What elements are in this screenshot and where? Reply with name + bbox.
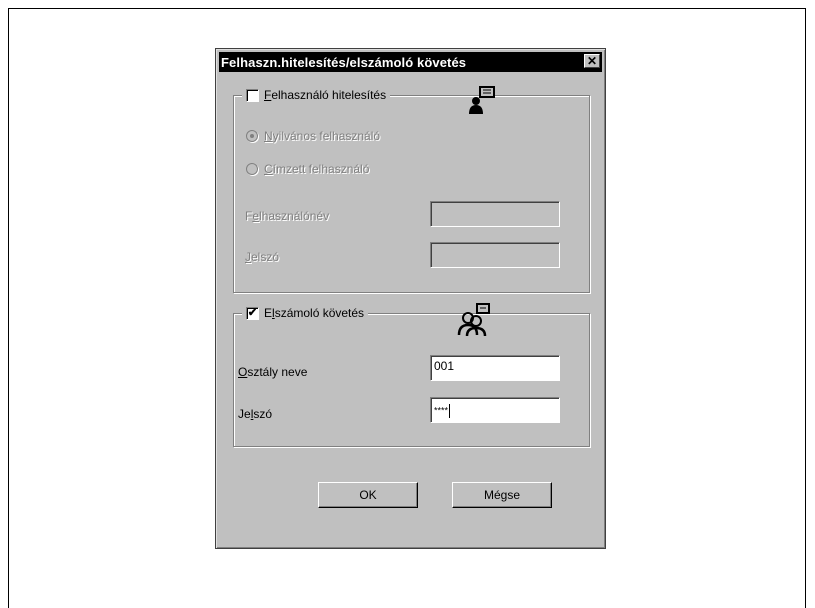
auth-password-field[interactable] — [430, 242, 560, 268]
radio-public-label: Nyilvános felhasználó — [264, 129, 381, 143]
department-name-label: Osztály neve — [238, 365, 308, 379]
cancel-button[interactable]: Mégse — [452, 482, 552, 508]
user-auth-check-box[interactable] — [246, 88, 259, 102]
department-name-field[interactable]: 001 — [430, 355, 560, 381]
radio-public-dot[interactable] — [246, 130, 258, 142]
title-bar[interactable]: Felhaszn.hitelesítés/elszámoló követés ✕ — [219, 52, 602, 72]
text-cursor — [449, 404, 451, 418]
account-tracking-group: ✔ Elszámoló követés Osztály neve 001 Jel… — [233, 303, 590, 447]
radio-recipient-dot[interactable] — [246, 163, 258, 175]
auth-password-label: Jelszó — [245, 250, 280, 264]
radio-recipient-label: Címzett felhasználó — [264, 162, 370, 176]
user-auth-icon — [469, 86, 495, 114]
username-label: Felhasználónév — [245, 209, 330, 223]
ok-button[interactable]: OK — [318, 482, 418, 508]
close-icon: ✕ — [586, 54, 598, 68]
auth-account-dialog: Felhaszn.hitelesítés/elszámoló követés ✕… — [215, 48, 606, 549]
account-tracking-label: Elszámoló követés — [264, 306, 365, 320]
account-tracking-icon — [457, 303, 490, 337]
radio-public-user[interactable]: Nyilvános felhasználó — [246, 129, 380, 143]
account-tracking-checkbox[interactable]: ✔ Elszámoló követés — [242, 305, 369, 321]
user-auth-group: Felhasználó hitelesítés Nyilvános felhas… — [233, 86, 590, 293]
user-auth-label: Felhasználó hitelesítés — [264, 88, 387, 102]
username-field[interactable] — [430, 201, 560, 227]
radio-recipient-user[interactable]: Címzett felhasználó — [246, 162, 369, 176]
close-button[interactable]: ✕ — [584, 54, 600, 68]
account-password-value: **** — [434, 405, 449, 416]
account-password-field[interactable]: **** — [430, 397, 560, 423]
account-tracking-check-box[interactable]: ✔ — [246, 306, 259, 320]
account-password-label: Jelszó — [238, 407, 273, 421]
dialog-title: Felhaszn.hitelesítés/elszámoló követés — [221, 54, 467, 70]
user-auth-checkbox[interactable]: Felhasználó hitelesítés — [242, 87, 391, 103]
